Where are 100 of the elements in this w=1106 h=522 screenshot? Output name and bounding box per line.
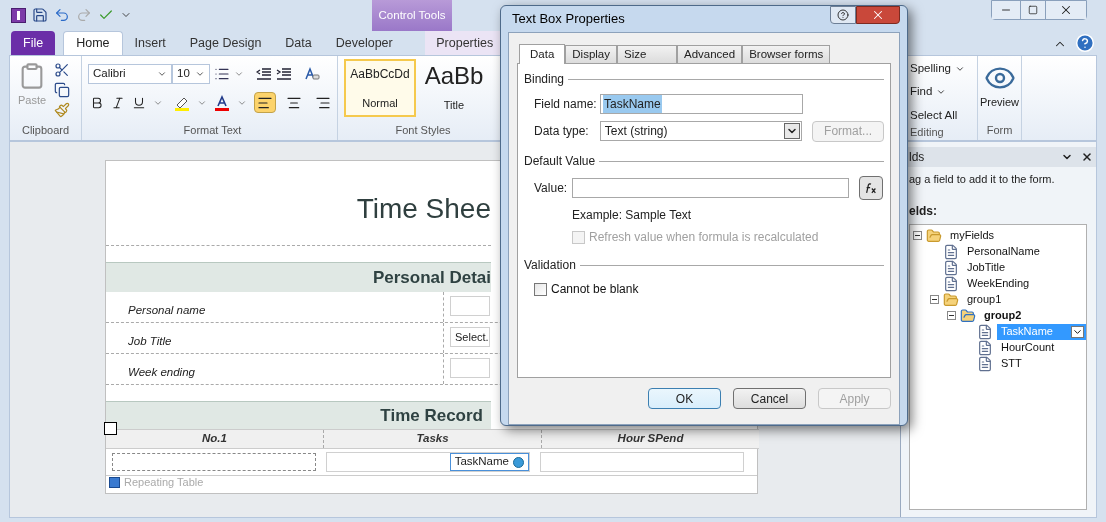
tree-item[interactable]: PersonalName bbox=[963, 243, 1042, 260]
contextual-group-label: Control Tools bbox=[378, 7, 446, 23]
example-text: Example: Sample Text bbox=[572, 207, 693, 224]
tree-item[interactable]: HourCount bbox=[997, 339, 1057, 356]
editing-command[interactable]: Select All bbox=[910, 106, 977, 124]
selection-handle[interactable] bbox=[104, 422, 117, 435]
collapse-toggle[interactable] bbox=[913, 231, 922, 240]
input-field[interactable]: TaskName bbox=[326, 452, 530, 472]
control-badge-icon bbox=[513, 456, 524, 468]
input-field[interactable] bbox=[450, 296, 490, 316]
underline-icon[interactable] bbox=[132, 95, 146, 110]
column-header: Tasks bbox=[324, 430, 542, 448]
group-heading: Binding bbox=[524, 71, 565, 88]
help-icon[interactable] bbox=[1075, 33, 1095, 53]
restore-button[interactable] bbox=[1020, 1, 1046, 19]
column-header: Hour SPend bbox=[616, 431, 685, 447]
size-dropdown[interactable]: 10 bbox=[172, 64, 210, 84]
input-field[interactable] bbox=[540, 452, 744, 472]
checkbox-label: Refresh value when formula is recalculated bbox=[589, 229, 819, 246]
dialog-button[interactable]: Cancel bbox=[733, 388, 806, 409]
close-icon bbox=[1059, 3, 1073, 17]
group-label: Form bbox=[986, 122, 1013, 138]
field-label: Value: bbox=[534, 180, 569, 197]
preview-button[interactable]: Preview bbox=[979, 94, 1020, 111]
field-label: Job Title bbox=[128, 335, 172, 347]
style-option[interactable]: AaBb Title bbox=[418, 59, 490, 117]
ribbon-tab[interactable]: Data bbox=[273, 31, 324, 55]
editing-command[interactable]: Spelling bbox=[910, 60, 977, 78]
dialog-tab[interactable]: Advanced bbox=[677, 45, 743, 63]
ribbon-tab[interactable]: File bbox=[11, 31, 56, 55]
tree-item[interactable]: myFields bbox=[946, 227, 996, 244]
italic-icon[interactable] bbox=[111, 95, 125, 110]
section-title: Personal Detai bbox=[372, 266, 491, 289]
minimize-button[interactable] bbox=[992, 1, 1020, 19]
undo-icon[interactable] bbox=[54, 7, 70, 23]
field-icon bbox=[943, 275, 959, 292]
style-option[interactable]: AaBbCcDd Normal bbox=[344, 59, 416, 117]
help-button[interactable] bbox=[830, 6, 856, 24]
close-button[interactable] bbox=[1046, 1, 1086, 19]
checkbox-label: Cannot be blank bbox=[551, 281, 639, 298]
bold-icon[interactable] bbox=[90, 95, 104, 110]
ribbon-tab[interactable]: Developer bbox=[323, 31, 405, 55]
input-field[interactable] bbox=[572, 178, 849, 198]
editing-command[interactable]: Find bbox=[910, 83, 977, 101]
pane-label: elds: bbox=[908, 202, 938, 220]
scissors-icon[interactable] bbox=[54, 62, 71, 78]
field-icon bbox=[977, 339, 993, 356]
dialog-tab[interactable]: Data bbox=[519, 44, 566, 64]
ribbon-tab[interactable]: Insert bbox=[122, 31, 178, 55]
ribbon-tab[interactable]: Page Design bbox=[177, 31, 274, 55]
decrease-indent-icon[interactable] bbox=[256, 66, 272, 82]
field-icon bbox=[943, 259, 959, 276]
dialog-button[interactable]: OK bbox=[648, 388, 721, 409]
field-icon bbox=[977, 323, 993, 340]
dialog-tab[interactable]: Display bbox=[565, 45, 617, 63]
increase-indent-icon[interactable] bbox=[276, 66, 292, 82]
formula-button[interactable] bbox=[859, 176, 883, 200]
close-icon[interactable] bbox=[1081, 151, 1093, 163]
checkbox[interactable] bbox=[534, 282, 547, 296]
group-label: Font Styles bbox=[394, 122, 452, 138]
format-button: Format... bbox=[812, 120, 884, 142]
dropdown[interactable]: Text (string) bbox=[599, 121, 803, 141]
caret-icon bbox=[195, 69, 205, 79]
input-field[interactable] bbox=[112, 453, 316, 471]
field-label: Data type: bbox=[534, 123, 590, 140]
dialog-tab[interactable]: Browser forms bbox=[742, 45, 831, 63]
question-mark-icon bbox=[837, 9, 849, 21]
input-field[interactable] bbox=[450, 358, 490, 378]
group-heading: Validation bbox=[524, 257, 576, 274]
dialog-button: Apply bbox=[818, 388, 891, 409]
tree-item[interactable]: group2 bbox=[980, 307, 1024, 324]
form-title: Time Shee bbox=[356, 192, 491, 226]
tree-item[interactable]: STT bbox=[997, 355, 1024, 372]
font-color-icon[interactable] bbox=[214, 94, 230, 111]
dialog-tab[interactable]: Size bbox=[617, 45, 677, 63]
field-icon bbox=[943, 243, 959, 260]
collapse-toggle[interactable] bbox=[947, 311, 956, 320]
ribbon-tab[interactable]: Home bbox=[63, 31, 123, 55]
folder-icon bbox=[943, 291, 959, 308]
clear-formatting-icon[interactable] bbox=[304, 66, 320, 82]
collapse-toggle[interactable] bbox=[930, 295, 939, 304]
tree-item[interactable]: JobTitle bbox=[963, 259, 1008, 276]
section-title: Time Record bbox=[380, 404, 483, 427]
copy-icon[interactable] bbox=[54, 82, 71, 98]
font-dropdown[interactable]: Calibri bbox=[88, 64, 172, 84]
input-field[interactable]: TaskName bbox=[600, 94, 803, 114]
align-button[interactable] bbox=[254, 92, 276, 113]
function-icon bbox=[864, 182, 878, 194]
tree-item[interactable]: WeekEnding bbox=[963, 275, 1032, 292]
bullet-list-icon[interactable] bbox=[214, 66, 230, 82]
input-field[interactable]: Select. bbox=[450, 327, 490, 347]
table-label: Repeating Table bbox=[124, 475, 204, 491]
save-icon[interactable] bbox=[32, 7, 48, 23]
tree-item[interactable]: group1 bbox=[963, 291, 1004, 308]
app-logo-icon[interactable] bbox=[11, 7, 26, 23]
field-icon bbox=[977, 355, 993, 372]
selected-control[interactable]: TaskName bbox=[449, 453, 529, 471]
group-heading: Default Value bbox=[524, 153, 596, 170]
folder-icon bbox=[926, 227, 942, 244]
close-button[interactable] bbox=[856, 6, 900, 24]
